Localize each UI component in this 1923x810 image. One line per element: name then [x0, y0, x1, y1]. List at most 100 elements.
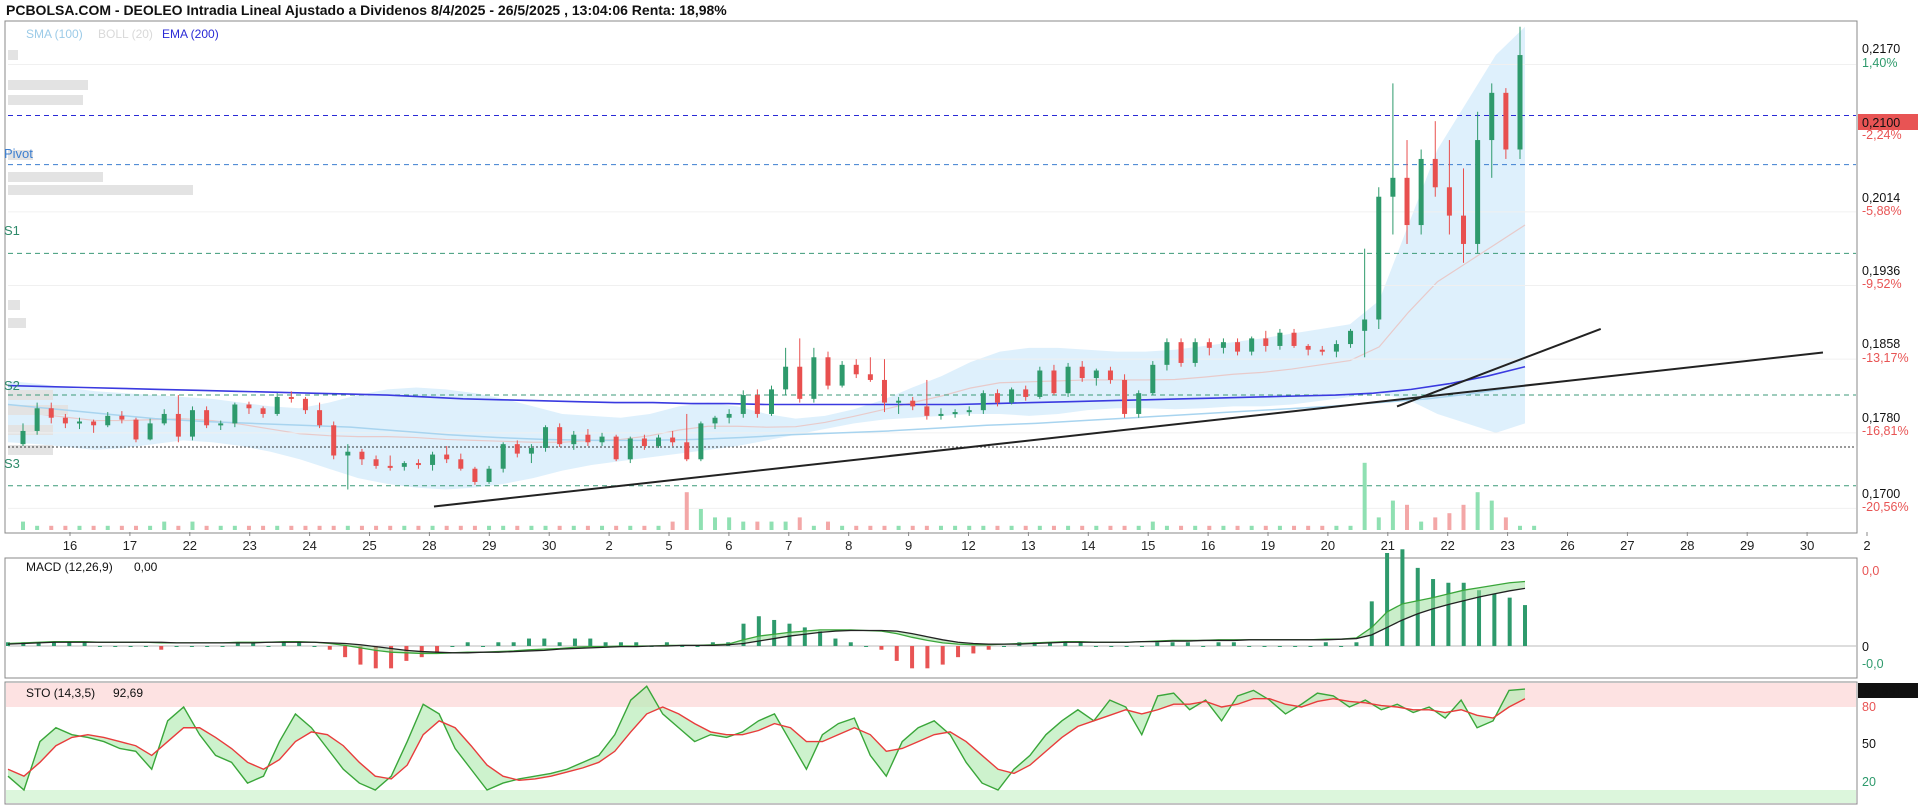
candle-body	[486, 468, 492, 482]
macd-histogram-bar	[1093, 646, 1098, 647]
candle-body	[401, 463, 407, 467]
macd-histogram-bar	[1216, 642, 1221, 646]
macd-histogram-bar	[680, 646, 685, 647]
volume-bar	[1235, 525, 1240, 530]
volume-bar	[825, 521, 830, 530]
volume-bar	[1108, 525, 1113, 530]
volume-bar	[571, 525, 576, 530]
volume-bar	[854, 525, 859, 530]
volume-bar	[953, 525, 958, 530]
candle-body	[1150, 364, 1156, 394]
x-tick-label: 16	[1201, 538, 1215, 553]
volume-bar	[1136, 525, 1141, 530]
volume-bar	[1164, 525, 1169, 530]
volume-bar	[218, 525, 223, 530]
x-tick-label: 21	[1381, 538, 1395, 553]
candle-body	[345, 451, 351, 456]
volume-bar	[1306, 525, 1311, 530]
volume-bar	[755, 521, 760, 530]
candle-body	[543, 427, 549, 448]
macd-axis-zero: 0	[1862, 640, 1869, 654]
legend-sma: SMA (100)	[26, 27, 83, 41]
volume-bar	[614, 525, 619, 530]
volume-bar	[444, 525, 449, 530]
volume-profile-bar	[8, 185, 193, 195]
volume-bar	[1489, 500, 1494, 530]
deoleo-chart[interactable]: 16 17 22 23 24 25 28 29 30 2 5 6 7 8 9 12 13 14 15 16 19 20 21…	[0, 0, 1923, 810]
candle-body	[1461, 215, 1467, 244]
volume-bar	[741, 521, 746, 530]
candle-body	[994, 393, 1000, 403]
macd-histogram-bar	[1231, 642, 1236, 646]
candle-body	[1122, 379, 1128, 414]
sto-value: 92,69	[113, 686, 143, 700]
volume-bar	[1277, 525, 1282, 530]
candle-body	[1136, 393, 1142, 414]
volume-bar	[1419, 521, 1424, 530]
macd-histogram-bar	[1002, 646, 1007, 647]
volume-profile-bar	[8, 80, 88, 90]
chart-title: PCBOLSA.COM - DEOLEO Intradia Lineal Aju…	[6, 2, 727, 18]
volume-bar	[1376, 517, 1381, 530]
candle-body	[656, 437, 662, 447]
macd-histogram-bar	[818, 631, 823, 646]
volume-bar	[1433, 517, 1438, 530]
x-tick-label: 27	[1620, 538, 1634, 553]
candle-body	[924, 406, 930, 416]
macd-histogram-bar	[1139, 646, 1144, 647]
volume-profile-bar	[8, 172, 103, 182]
candle-body	[839, 364, 845, 386]
sto-axis-20: 20	[1862, 775, 1876, 789]
macd-histogram-bar	[511, 642, 516, 646]
candle-body	[1362, 319, 1368, 331]
volume-bar	[670, 521, 675, 530]
volume-bar	[868, 525, 873, 530]
volume-bar	[246, 525, 251, 530]
candle-body	[444, 454, 450, 460]
macd-histogram-bar	[1308, 646, 1313, 647]
volume-bar	[840, 525, 845, 530]
macd-histogram-bar	[496, 642, 501, 646]
macd-axis-bottom: -0,0	[1862, 657, 1884, 671]
macd-histogram-bar	[1247, 646, 1252, 647]
price-tick: 0,1700	[1862, 487, 1900, 501]
macd-histogram-bar	[450, 646, 455, 647]
macd-histogram-bar	[1262, 646, 1267, 647]
volume-bar	[910, 525, 915, 530]
macd-histogram-bar	[772, 619, 777, 646]
volume-bar	[148, 525, 153, 530]
macd-histogram-bar	[1277, 646, 1282, 647]
macd-histogram-bar	[894, 646, 899, 661]
sto-oversold-zone	[6, 790, 1856, 803]
volume-bar	[1263, 525, 1268, 530]
x-tick-label: 28	[422, 538, 436, 553]
macd-histogram-bar	[343, 646, 348, 658]
volume-bar	[1023, 525, 1028, 530]
macd-histogram-bar	[1446, 582, 1451, 646]
volume-bar	[967, 525, 972, 530]
macd-histogram-bar	[802, 627, 807, 646]
volume-bar	[698, 509, 703, 530]
volume-bar	[600, 525, 605, 530]
macd-histogram-bar	[1400, 549, 1405, 646]
candle-body	[853, 364, 859, 375]
candle-body	[712, 417, 718, 424]
candle-body	[1432, 158, 1438, 188]
volume-bar	[63, 525, 68, 530]
volume-bar	[133, 525, 138, 530]
macd-histogram-bar	[848, 642, 853, 646]
macd-histogram-bar	[1201, 646, 1206, 647]
candle-body	[91, 421, 97, 426]
volume-bar	[275, 525, 280, 530]
macd-histogram-bar	[113, 646, 118, 647]
macd-histogram-bar	[1339, 646, 1344, 647]
candle-body	[1390, 177, 1396, 197]
x-tick-label: 14	[1081, 538, 1095, 553]
candle-body	[1475, 140, 1481, 244]
candle-body	[726, 413, 732, 418]
macd-histogram-bar	[189, 646, 194, 647]
macd-histogram-bar	[1124, 646, 1129, 647]
volume-bar	[77, 525, 82, 530]
volume-bar	[1532, 525, 1537, 530]
volume-bar	[1037, 525, 1042, 530]
